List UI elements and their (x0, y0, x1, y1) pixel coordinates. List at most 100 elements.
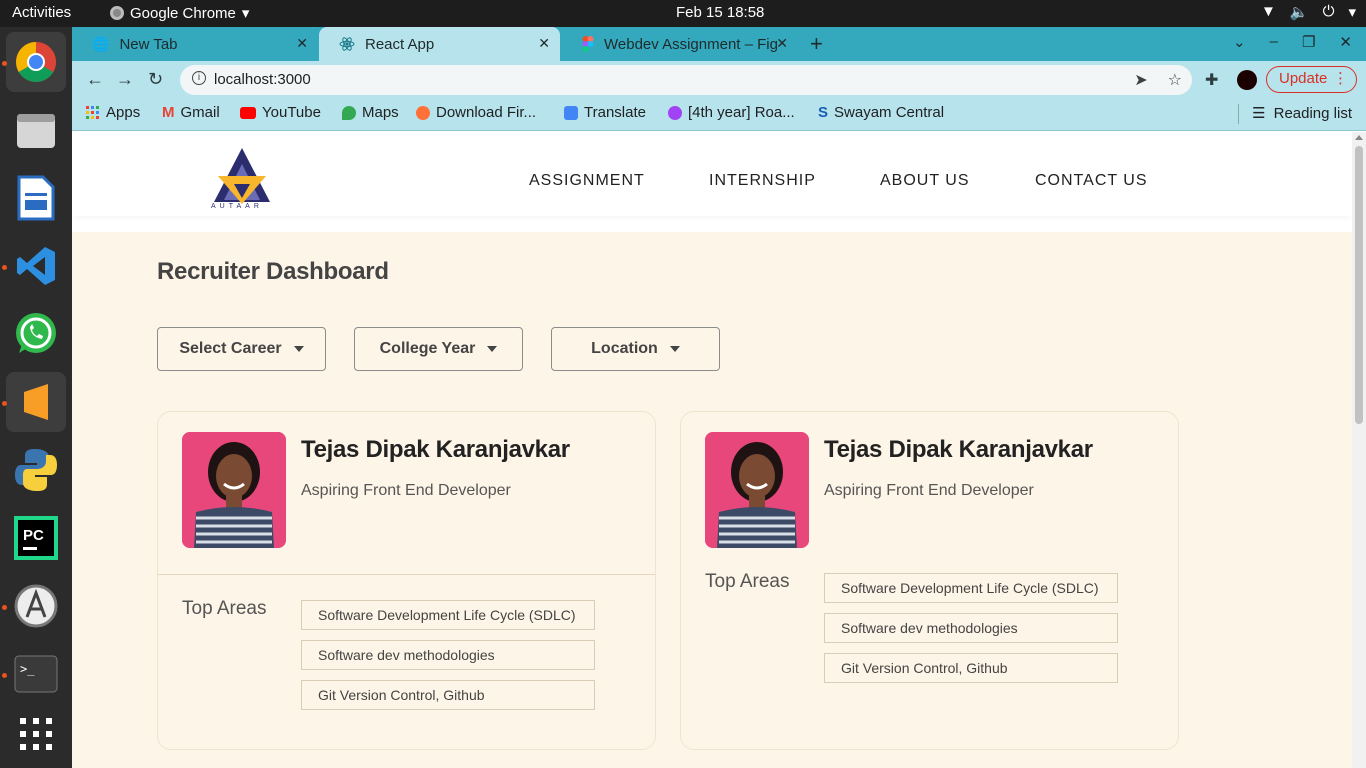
area-tag: Software dev methodologies (824, 613, 1118, 643)
app-menu-label: Google Chrome (130, 4, 236, 22)
sublime-icon (18, 382, 54, 422)
candidate-card[interactable]: Tejas Dipak Karanjavkar Aspiring Front E… (680, 411, 1179, 750)
top-areas-label: Top Areas (705, 571, 790, 592)
candidate-role: Aspiring Front End Developer (824, 482, 1034, 499)
dock: PC >_ (0, 27, 72, 768)
chevron-down-icon[interactable]: ⌄ (1233, 33, 1246, 51)
caret-down-icon (669, 346, 680, 352)
dock-writer[interactable] (6, 168, 66, 228)
close-window-icon[interactable]: ✕ (1339, 33, 1352, 51)
send-icon[interactable]: ➤ (1134, 70, 1147, 90)
tab-react-app[interactable]: React App ✕ (319, 27, 560, 61)
page-title: Recruiter Dashboard (157, 258, 389, 285)
tab-title: New Tab (119, 35, 178, 53)
bookmark-maps[interactable]: Maps (342, 104, 399, 121)
candidate-card[interactable]: Tejas Dipak Karanjavkar Aspiring Front E… (157, 411, 656, 750)
caret-down-icon (487, 346, 498, 352)
dock-python[interactable] (6, 440, 66, 500)
dock-sublime[interactable] (6, 372, 66, 432)
candidate-role: Aspiring Front End Developer (301, 482, 511, 499)
tab-new-tab[interactable]: 🌐 New Tab ✕ (72, 27, 318, 61)
reading-list-button[interactable]: ☰ Reading list (1238, 104, 1352, 124)
bookmark-label: Maps (362, 104, 399, 121)
back-arrow-icon[interactable]: ← (86, 69, 104, 90)
nav-about-us[interactable]: ABOUT US (880, 172, 970, 190)
chevron-down-icon: ▾ (241, 5, 250, 22)
tab-webdev-assignment[interactable]: Webdev Assignment – Fig ✕ (562, 27, 798, 61)
bookmark-youtube[interactable]: YouTube (240, 104, 321, 121)
vscode-icon (17, 247, 55, 285)
youtube-icon (240, 106, 256, 119)
minimize-icon[interactable]: – (1270, 33, 1278, 51)
app-menu[interactable]: Google Chrome ▾ (110, 4, 249, 22)
candidate-name: Tejas Dipak Karanjavkar (301, 436, 570, 463)
nav-assignment[interactable]: ASSIGNMENT (529, 172, 645, 190)
top-areas-label: Top Areas (182, 598, 267, 619)
scrollbar-thumb[interactable] (1355, 146, 1363, 424)
bookmark-apps[interactable]: Apps (86, 104, 140, 121)
dock-terminal[interactable]: >_ (6, 644, 66, 704)
site-header: AUTAAR ASSIGNMENT INTERNSHIP ABOUT US CO… (72, 132, 1352, 216)
area-tag: Software dev methodologies (301, 640, 595, 670)
update-button[interactable]: Update ⋮ (1266, 66, 1357, 93)
swayam-icon: S (818, 104, 829, 121)
update-label: Update (1279, 70, 1328, 87)
wifi-icon: ▼ (1261, 3, 1276, 20)
select-career-dropdown[interactable]: Select Career (157, 327, 326, 371)
college-year-dropdown[interactable]: College Year (354, 327, 523, 371)
bookmark-4th-year[interactable]: [4th year] Roa... (668, 104, 795, 121)
dock-whatsapp[interactable] (6, 304, 66, 364)
bookmark-star-icon[interactable]: ☆ (1168, 70, 1182, 90)
nav-contact-us[interactable]: CONTACT US (1035, 172, 1148, 190)
dock-files[interactable] (6, 100, 66, 160)
close-icon[interactable]: ✕ (538, 35, 550, 52)
reload-icon[interactable]: ↻ (148, 69, 163, 90)
dock-chrome[interactable] (6, 32, 66, 92)
close-icon[interactable]: ✕ (776, 35, 788, 52)
bookmark-label: YouTube (262, 104, 321, 121)
profile-avatar[interactable] (1237, 70, 1257, 90)
system-tray[interactable]: ▼ 🔈 ⏻ ▾ (1261, 3, 1356, 21)
bookmark-translate[interactable]: Translate (564, 104, 646, 121)
activities-button[interactable]: Activities (12, 4, 71, 21)
address-bar[interactable]: i localhost:3000 ➤ ☆ (180, 65, 1192, 95)
bookmark-label: Gmail (180, 104, 220, 121)
dock-updater[interactable] (6, 576, 66, 636)
whatsapp-icon (16, 313, 56, 353)
running-indicator (2, 61, 7, 66)
python-icon (15, 449, 57, 491)
dock-app-grid[interactable] (6, 704, 66, 764)
extensions-puzzle-icon[interactable]: ✚ (1205, 70, 1218, 90)
candidate-photo (182, 432, 286, 548)
gmail-icon: M (162, 104, 175, 121)
area-tag: Software Development Life Cycle (SDLC) (824, 573, 1118, 603)
bookmark-download-firefox[interactable]: Download Fir... (416, 104, 536, 121)
new-tab-plus-icon[interactable]: + (810, 31, 823, 57)
close-icon[interactable]: ✕ (296, 35, 308, 52)
window-controls: ⌄ – ❐ ✕ (1233, 33, 1352, 51)
forward-arrow-icon[interactable]: → (116, 69, 134, 90)
terminal-icon: >_ (14, 655, 58, 693)
clock[interactable]: Feb 15 18:58 (676, 4, 764, 21)
site-info-icon[interactable]: i (192, 71, 206, 85)
page-scrollbar[interactable] (1352, 132, 1366, 768)
nav-internship[interactable]: INTERNSHIP (709, 172, 816, 190)
reading-list-label: Reading list (1273, 104, 1352, 122)
running-indicator (2, 401, 7, 406)
bookmark-label: Translate (584, 104, 646, 121)
files-icon (17, 114, 55, 148)
pycharm-icon: PC (14, 516, 58, 560)
scroll-up-arrow-icon[interactable] (1355, 135, 1363, 140)
kebab-menu-icon[interactable]: ⋮ (1333, 67, 1348, 91)
area-tag: Software Development Life Cycle (SDLC) (301, 600, 595, 630)
maximize-icon[interactable]: ❐ (1302, 33, 1315, 51)
dock-pycharm[interactable]: PC (6, 508, 66, 568)
location-dropdown[interactable]: Location (551, 327, 720, 371)
classroom-icon (668, 105, 682, 120)
dock-vscode[interactable] (6, 236, 66, 296)
bookmark-swayam[interactable]: S Swayam Central (818, 104, 944, 121)
url-text[interactable]: localhost:3000 (214, 71, 311, 88)
area-tag: Git Version Control, Github (824, 653, 1118, 683)
card-divider (158, 574, 655, 575)
bookmark-gmail[interactable]: M Gmail (162, 104, 220, 121)
